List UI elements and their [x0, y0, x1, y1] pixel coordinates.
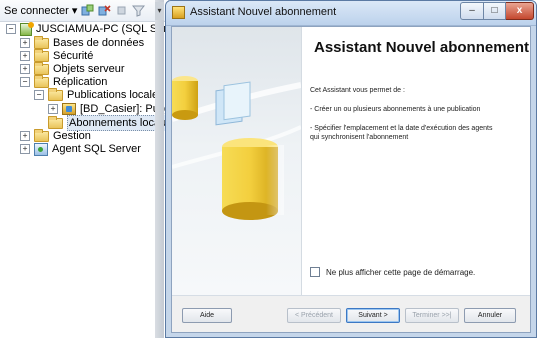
tree-node-publications-locales[interactable]: − Publications locales [34, 87, 164, 102]
minimize-button[interactable]: – [460, 2, 484, 20]
wizard-side-illustration [172, 27, 302, 295]
wizard-dialog: Assistant Nouvel abonnement – □ x Assist… [165, 0, 537, 338]
folder-icon [34, 128, 49, 142]
feature-text-2-continued: qui synchronisent l'abonnement [310, 134, 409, 141]
tree-node-server[interactable]: − JUSCIAMUA-PC (SQL Server 10.5 [6, 21, 168, 36]
tree-node-bases-de-donnees[interactable]: + Bases de données [20, 35, 145, 50]
skip-start-page-checkbox[interactable] [310, 267, 320, 277]
tree-node-agent-sql-server[interactable]: + Agent SQL Server [20, 142, 141, 156]
help-button[interactable]: Aide [182, 308, 232, 323]
collapse-icon[interactable]: − [6, 24, 16, 34]
next-button[interactable]: Suivant > [346, 308, 400, 323]
object-explorer: Se connecter ▾ − JUSCIAMUA-PC (SQL Serve… [0, 0, 169, 338]
object-explorer-toolbar: Se connecter ▾ [0, 0, 168, 22]
maximize-button[interactable]: □ [484, 2, 506, 20]
connect-icon[interactable] [81, 4, 94, 17]
previous-button[interactable]: < Précédent [287, 308, 341, 323]
folder-icon [34, 61, 49, 75]
wizard-button-bar: Aide < Précédent Suivant > Terminer >>| … [172, 296, 530, 332]
tree-node-gestion[interactable]: + Gestion [20, 128, 91, 143]
server-icon [20, 21, 34, 36]
tree-node-securite[interactable]: + Sécurité [20, 48, 94, 63]
expand-icon[interactable]: + [20, 38, 30, 48]
tree-node-label: Agent SQL Server [52, 143, 141, 155]
tree-node-label: Gestion [53, 130, 91, 142]
dialog-title: Assistant Nouvel abonnement [190, 6, 337, 18]
tree-node-objets-serveur[interactable]: + Objets serveur [20, 61, 125, 76]
finish-button[interactable]: Terminer >>| [405, 308, 459, 323]
folder-icon [34, 74, 49, 88]
feature-text-1: - Créer un ou plusieurs abonnements à un… [310, 106, 481, 113]
folder-icon [48, 115, 63, 129]
expand-icon[interactable]: + [48, 104, 58, 114]
disconnect-icon[interactable] [98, 4, 111, 17]
wizard-icon [172, 6, 185, 19]
expand-icon[interactable]: + [20, 144, 30, 154]
dialog-content: Assistant Nouvel abonnement Cet Assistan… [171, 26, 531, 333]
filter-icon[interactable] [132, 4, 146, 17]
tree-node-label: JUSCIAMUA-PC (SQL Server 10.5 [36, 23, 168, 35]
skip-start-page-row[interactable]: Ne plus afficher cette page de démarrage… [310, 267, 475, 277]
tree-node-label: Objets serveur [53, 63, 125, 75]
collapse-icon[interactable]: − [20, 77, 30, 87]
skip-start-page-label[interactable]: Ne plus afficher cette page de démarrage… [326, 268, 475, 277]
tree-node-label: Bases de données [53, 37, 145, 49]
tree-node-replication[interactable]: − Réplication [20, 74, 108, 89]
sql-agent-icon [34, 142, 48, 156]
chevron-down-icon[interactable]: ▾ [155, 2, 164, 20]
publication-icon [62, 103, 76, 115]
expand-icon[interactable]: + [20, 51, 30, 61]
tree-node-label: Publications locales [67, 89, 164, 101]
wizard-heading: Assistant Nouvel abonnement [314, 39, 530, 56]
dialog-titlebar[interactable]: Assistant Nouvel abonnement – □ x [166, 1, 536, 26]
stop-icon[interactable] [115, 4, 128, 17]
panel-splitter[interactable] [155, 0, 164, 338]
database-illustration [172, 76, 301, 220]
tree-node-label: Réplication [53, 76, 108, 88]
tree-node-abonnements-locaux[interactable]: Abonnements locaux [34, 115, 168, 131]
folder-icon [48, 87, 63, 101]
tree-node-publication-bd-casier[interactable]: + [BD_Casier]: Pub_BD_ [48, 102, 168, 116]
tree-node-label: Sécurité [53, 50, 94, 62]
cancel-button[interactable]: Annuler [464, 308, 516, 323]
folder-icon [34, 35, 49, 49]
folder-icon [34, 48, 49, 62]
expand-icon[interactable]: + [20, 131, 30, 141]
connect-button[interactable]: Se connecter ▾ [4, 4, 77, 17]
intro-text: Cet Assistant vous permet de : [310, 87, 405, 94]
close-button[interactable]: x [506, 2, 534, 20]
expand-icon[interactable]: + [20, 64, 30, 74]
collapse-icon[interactable]: − [34, 90, 44, 100]
